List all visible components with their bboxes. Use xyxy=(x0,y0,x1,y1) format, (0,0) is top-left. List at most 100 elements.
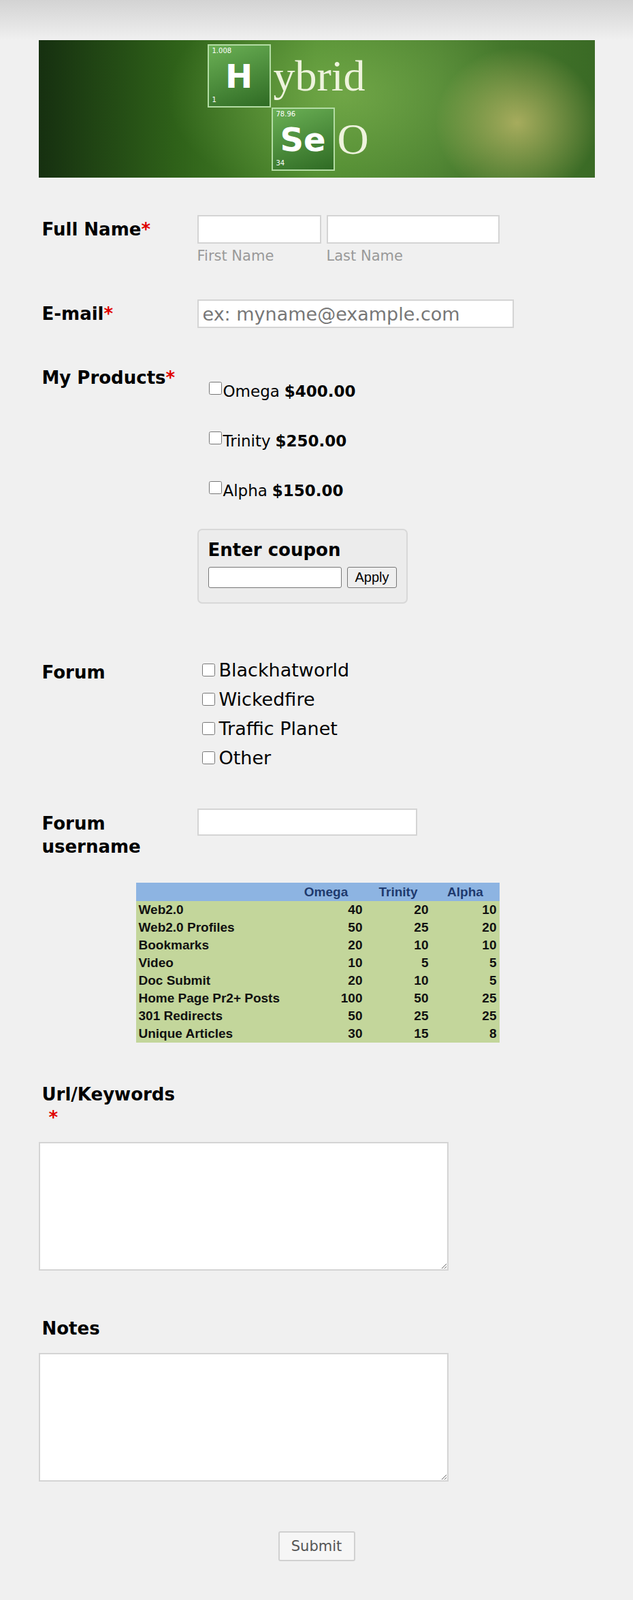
coupon-title: Enter coupon xyxy=(208,538,397,562)
tile-mass: 1.008 xyxy=(212,47,233,55)
table-cell: 25 xyxy=(431,989,500,1008)
package-table: OmegaTrinityAlphaWeb2.0402010Web2.0 Prof… xyxy=(136,882,500,1043)
product-list: Omega$400.00 Trinity$250.00 Alpha$150.00 En… xyxy=(197,363,595,604)
url-keywords-textarea[interactable] xyxy=(38,1142,449,1271)
required-mark: * xyxy=(140,219,151,240)
tile-number: 34 xyxy=(276,159,286,167)
name-input[interactable] xyxy=(197,215,322,244)
field-label: My Products* xyxy=(42,363,198,604)
apply-button[interactable]: Apply xyxy=(347,566,397,589)
table-header: OmegaTrinityAlpha xyxy=(136,882,500,902)
tile-symbol: H xyxy=(225,59,253,93)
forum-username-input[interactable] xyxy=(197,808,418,836)
field-label: Forum xyxy=(42,655,198,773)
table-cell: 30 xyxy=(287,1025,366,1043)
full-name-row: Full Name*First NameLast Name xyxy=(38,215,595,265)
table-cell: 50 xyxy=(287,918,366,937)
table-cell: 50 xyxy=(365,989,432,1008)
forum-username-field xyxy=(197,808,595,859)
table-cell: 8 xyxy=(431,1025,500,1043)
label-text: Url/Keywords xyxy=(42,1082,595,1107)
product-checkbox[interactable] xyxy=(208,381,222,395)
forum-checkbox[interactable] xyxy=(202,692,216,706)
logo-text: O xyxy=(337,117,369,162)
field-label: E-mail* xyxy=(42,299,198,329)
table-cell: 10 xyxy=(287,954,366,972)
table-cell: Web2.0 Profiles xyxy=(136,918,288,937)
required-mark: * xyxy=(42,1106,595,1130)
forum-option[interactable]: Traffic Planet xyxy=(202,713,595,744)
table-cell: Bookmarks xyxy=(136,936,288,955)
sublabel: First Name xyxy=(197,247,322,265)
table-row: 301 Redirects502525 xyxy=(136,1007,500,1026)
forum-checkbox[interactable] xyxy=(202,722,216,736)
forum-option[interactable]: Other xyxy=(202,743,595,773)
table-row: Video1055 xyxy=(136,954,500,972)
table-cell: 25 xyxy=(431,1007,500,1026)
required-mark: * xyxy=(166,367,176,388)
product-price: $400.00 xyxy=(284,379,356,403)
product-price: $150.00 xyxy=(272,479,344,503)
name-fields: First NameLast Name xyxy=(197,215,595,265)
page: 1.008H1ybrid78.96Se34OFull Name*First Na… xyxy=(0,0,633,1600)
table-cell: 15 xyxy=(365,1025,432,1043)
products-row: My Products*Omega$400.00 Trinity$250.00 Al… xyxy=(38,363,595,604)
url-keywords-field: Url/Keywords* xyxy=(38,1082,595,1271)
forum-options: BlackhatworldWickedfireTraffic PlanetOth… xyxy=(197,655,595,773)
table-cell: 25 xyxy=(365,918,432,937)
table-header-cell xyxy=(136,882,288,902)
forum-checkbox[interactable] xyxy=(202,663,216,677)
table-header-cell: Trinity xyxy=(365,882,432,902)
product-item[interactable]: Trinity$250.00 xyxy=(197,429,595,453)
table-cell: 5 xyxy=(431,954,500,972)
product-name: Alpha xyxy=(223,479,268,503)
product-price: $250.00 xyxy=(275,429,348,453)
table-cell: Doc Submit xyxy=(136,971,288,990)
coupon-row: Apply xyxy=(208,566,397,589)
forum-option-label: Other xyxy=(219,743,272,773)
notes-field: Notes xyxy=(38,1317,595,1482)
table-cell: 25 xyxy=(365,1007,432,1026)
product-checkbox[interactable] xyxy=(208,481,222,495)
logo-row: 1.008 H1 ybrid xyxy=(38,44,595,108)
table-cell: Unique Articles xyxy=(136,1025,288,1043)
table-row: Unique Articles30158 xyxy=(136,1025,500,1043)
table-cell: 20 xyxy=(365,901,432,919)
field-label: Notes xyxy=(38,1317,595,1341)
forum-option[interactable]: Blackhatworld xyxy=(202,655,595,685)
table-cell: 100 xyxy=(287,989,366,1008)
tile-symbol: Se xyxy=(279,123,326,156)
table-cell: 40 xyxy=(287,901,366,919)
forum-checkbox[interactable] xyxy=(202,751,216,765)
table-row: Home Page Pr2+ Posts1005025 xyxy=(136,989,500,1008)
submit-row: Submit xyxy=(38,1531,595,1562)
table-cell: Video xyxy=(136,954,288,972)
table-row: Doc Submit20105 xyxy=(136,971,500,990)
product-item[interactable]: Omega$400.00 xyxy=(197,379,595,403)
notes-textarea[interactable] xyxy=(38,1353,449,1482)
submit-button[interactable]: Submit xyxy=(278,1531,356,1562)
product-checkbox[interactable] xyxy=(208,431,222,445)
table-cell: 10 xyxy=(365,971,432,990)
email-input[interactable] xyxy=(197,299,514,329)
coupon-box: Enter coupon Apply xyxy=(197,528,408,604)
table-header-cell: Alpha xyxy=(431,882,500,902)
name-field: First Name xyxy=(197,215,322,265)
forum-username-row: Forum username xyxy=(38,808,595,859)
forum-row: ForumBlackhatworldWickedfireTraffic Plan… xyxy=(38,655,595,773)
name-input[interactable] xyxy=(326,215,500,244)
table-row: Web2.0 Profiles502520 xyxy=(136,918,500,937)
field-label: Url/Keywords* xyxy=(38,1082,595,1130)
logo-text: ybrid xyxy=(273,54,366,99)
email-field xyxy=(197,299,595,329)
table-cell: 20 xyxy=(287,936,366,955)
tile-number: 1 xyxy=(212,96,217,104)
forum-option[interactable]: Wickedfire xyxy=(202,684,595,714)
table-cell: 20 xyxy=(431,918,500,937)
table-cell: 5 xyxy=(365,954,432,972)
product-item[interactable]: Alpha$150.00 xyxy=(197,479,595,503)
coupon-input[interactable] xyxy=(208,566,343,589)
table-cell: 5 xyxy=(431,971,500,990)
table-cell: Home Page Pr2+ Posts xyxy=(136,989,288,1008)
product-name: Trinity xyxy=(223,429,271,453)
